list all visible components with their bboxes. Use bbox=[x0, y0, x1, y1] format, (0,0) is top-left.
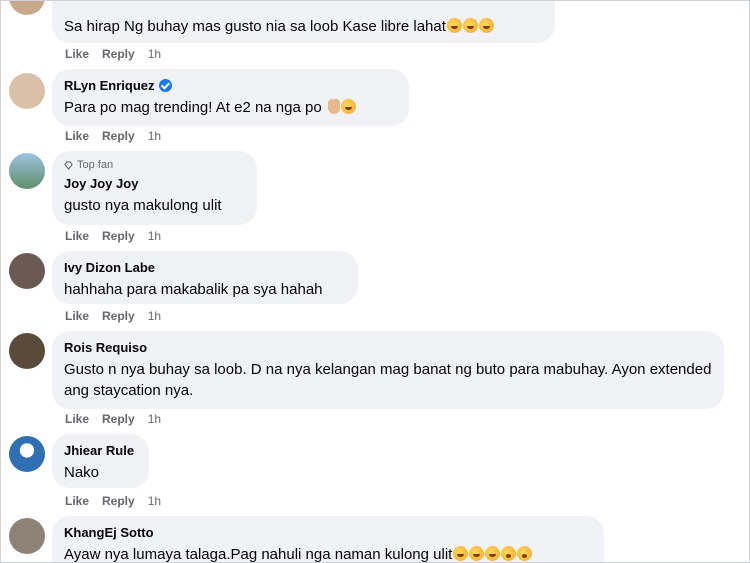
comment-bubble: RLyn Enriquez Para po mag trending! At e… bbox=[52, 69, 409, 126]
reply-button[interactable]: Reply bbox=[102, 129, 135, 143]
reply-button[interactable]: Reply bbox=[102, 494, 135, 508]
shocked-emoji-icon bbox=[517, 546, 533, 561]
laughing-emoji-icon bbox=[340, 99, 356, 114]
verified-badge-icon bbox=[158, 79, 172, 92]
laughing-emoji-icon bbox=[462, 18, 478, 33]
laughing-emoji-icon bbox=[478, 18, 494, 33]
like-button[interactable]: Like bbox=[65, 47, 89, 61]
avatar[interactable] bbox=[9, 518, 45, 554]
like-button[interactable]: Like bbox=[65, 129, 89, 143]
comment-bubble: KhangEj Sotto Ayaw nya lumaya talaga.Pag… bbox=[52, 516, 604, 563]
reply-button[interactable]: Reply bbox=[102, 229, 135, 243]
comment-actions: Like Reply 1h bbox=[65, 129, 161, 143]
commenter-name[interactable]: Jhiear Rule bbox=[64, 442, 134, 459]
comment-actions: Like Reply 1h bbox=[65, 309, 161, 323]
shocked-emoji-icon bbox=[501, 546, 517, 561]
avatar[interactable] bbox=[9, 1, 45, 15]
avatar[interactable] bbox=[9, 73, 45, 109]
comment-bubble: Rois Requiso Gusto n nya buhay sa loob. … bbox=[52, 331, 724, 409]
timestamp[interactable]: 1h bbox=[148, 412, 161, 426]
timestamp[interactable]: 1h bbox=[148, 494, 161, 508]
laughing-emoji-icon bbox=[453, 546, 469, 561]
timestamp[interactable]: 1h bbox=[148, 229, 161, 243]
comment-actions: Like Reply 1h bbox=[65, 494, 161, 508]
commenter-name[interactable]: Rois Requiso bbox=[64, 339, 147, 356]
like-button[interactable]: Like bbox=[65, 229, 89, 243]
peace-hand-emoji-icon bbox=[327, 99, 340, 114]
timestamp[interactable]: 1h bbox=[148, 47, 161, 61]
comment-bubble: Sa hirap Ng buhay mas gusto nia sa loob … bbox=[52, 1, 555, 43]
commenter-name[interactable]: RLyn Enriquez bbox=[64, 77, 155, 94]
avatar[interactable] bbox=[9, 436, 45, 472]
like-button[interactable]: Like bbox=[65, 494, 89, 508]
avatar[interactable] bbox=[9, 153, 45, 189]
like-button[interactable]: Like bbox=[65, 412, 89, 426]
comment-bubble: Jhiear Rule Nako bbox=[52, 434, 149, 488]
avatar[interactable] bbox=[9, 253, 45, 289]
comment-bubble: Ivy Dizon Labe hahhaha para makabalik pa… bbox=[52, 251, 358, 304]
comment-bubble: Top fan Joy Joy Joy gusto nya makulong u… bbox=[52, 151, 257, 225]
comment-actions: Like Reply 1h bbox=[65, 229, 161, 243]
like-button[interactable]: Like bbox=[65, 309, 89, 323]
comment-text: gusto nya makulong ulit bbox=[64, 197, 222, 214]
reply-button[interactable]: Reply bbox=[102, 412, 135, 426]
top-fan-badge: Top fan bbox=[77, 159, 114, 171]
comment-text: hahhaha para makabalik pa sya hahah bbox=[64, 281, 323, 298]
comment-text: Gusto n nya buhay sa loob. D na nya kela… bbox=[64, 361, 712, 399]
timestamp[interactable]: 1h bbox=[148, 129, 161, 143]
diamond-icon bbox=[64, 160, 73, 170]
laughing-emoji-icon bbox=[446, 18, 462, 33]
comment-actions: Like Reply 1h bbox=[65, 412, 161, 426]
commenter-name[interactable]: Joy Joy Joy bbox=[64, 175, 138, 192]
avatar[interactable] bbox=[9, 333, 45, 369]
comment-text: Ayaw nya lumaya talaga.Pag nahuli nga na… bbox=[64, 546, 453, 563]
comment-actions: Like Reply 1h bbox=[65, 47, 161, 61]
comment-text: Para po mag trending! At e2 na nga po bbox=[64, 99, 322, 116]
timestamp[interactable]: 1h bbox=[148, 309, 161, 323]
commenter-name[interactable]: Ivy Dizon Labe bbox=[64, 259, 155, 276]
commenter-name[interactable]: KhangEj Sotto bbox=[64, 524, 154, 541]
reply-button[interactable]: Reply bbox=[102, 47, 135, 61]
comment-text: Nako bbox=[64, 464, 100, 481]
comment-text: Sa hirap Ng buhay mas gusto nia sa loob … bbox=[64, 18, 446, 35]
reply-button[interactable]: Reply bbox=[102, 309, 135, 323]
laughing-emoji-icon bbox=[485, 546, 501, 561]
comments-panel: Sa hirap Ng buhay mas gusto nia sa loob … bbox=[0, 0, 750, 563]
laughing-emoji-icon bbox=[469, 546, 485, 561]
